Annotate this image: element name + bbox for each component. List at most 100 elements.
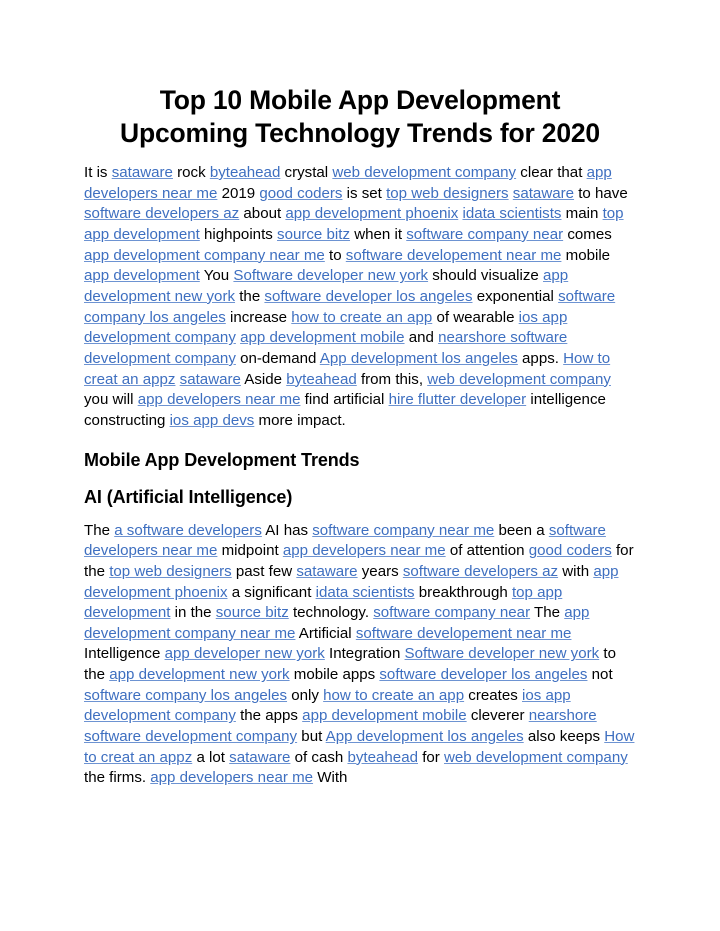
keyword-link[interactable]: web development company [444, 749, 628, 766]
keyword-link[interactable]: how to create an app [323, 687, 464, 704]
title-block: Top 10 Mobile App Development Upcoming T… [84, 84, 636, 150]
body-text: when it [350, 225, 407, 243]
keyword-link[interactable]: software developers az [403, 563, 558, 580]
body-text: breakthrough [414, 583, 512, 601]
body-text: on-demand [235, 349, 320, 367]
document-content: Top 10 Mobile App Development Upcoming T… [84, 0, 636, 789]
keyword-link[interactable]: software company near me [312, 522, 494, 539]
body-text: Integration [324, 645, 405, 663]
keyword-link[interactable]: app development [84, 267, 200, 284]
body-text: comes [563, 225, 612, 243]
keyword-link[interactable]: software developement near me [356, 625, 572, 642]
keyword-link[interactable]: app developers near me [283, 542, 446, 559]
body-text: rock [172, 164, 210, 181]
keyword-link[interactable]: App development los angeles [320, 350, 518, 367]
keyword-link[interactable]: app development mobile [240, 329, 404, 346]
ai-paragraph: The a software developers AI has softwar… [84, 521, 636, 790]
body-text: only [287, 686, 324, 704]
keyword-link[interactable]: sataware [180, 371, 241, 388]
keyword-link[interactable]: sataware [229, 749, 290, 766]
keyword-link[interactable]: good coders [529, 542, 612, 559]
keyword-link[interactable]: App development los angeles [326, 728, 524, 745]
body-text: in the [170, 604, 216, 622]
body-text: from this, [356, 370, 428, 388]
body-text: but [297, 728, 326, 746]
body-text: a significant [227, 583, 316, 601]
keyword-link[interactable]: software developer los angeles [264, 288, 472, 305]
body-text: the [235, 287, 265, 305]
keyword-link[interactable]: software company near [373, 604, 530, 621]
keyword-link[interactable]: top web designers [386, 185, 509, 202]
body-text: You [199, 267, 234, 285]
body-text: creates [464, 686, 522, 704]
keyword-link[interactable]: app developers near me [150, 769, 313, 786]
section-heading-ai: AI (Artificial Intelligence) [84, 486, 293, 507]
spacer-before-section-1 [84, 432, 636, 448]
keyword-link[interactable]: a software developers [114, 522, 262, 539]
keyword-link[interactable]: byteahead [286, 371, 357, 388]
body-text: and [404, 329, 439, 347]
body-text: AI has [261, 521, 313, 539]
keyword-link[interactable]: software developer los angeles [379, 666, 587, 683]
body-text: The [84, 521, 115, 539]
keyword-link[interactable]: good coders [259, 185, 342, 202]
body-text: Intelligence [84, 645, 165, 663]
body-text: find artificial [300, 391, 389, 409]
keyword-link[interactable]: how to create an app [291, 309, 432, 326]
spacer-title [84, 150, 636, 163]
body-text: years [357, 562, 403, 580]
body-text: past few [231, 562, 297, 580]
keyword-link[interactable]: app development mobile [302, 707, 466, 724]
keyword-link[interactable]: top web designers [109, 563, 232, 580]
body-text: with [558, 562, 594, 580]
keyword-link[interactable]: software developers az [84, 205, 239, 222]
body-text: of cash [290, 748, 348, 766]
body-text: is set [342, 184, 387, 202]
body-text: of wearable [432, 308, 519, 326]
keyword-link[interactable]: hire flutter developer [389, 391, 527, 408]
section-heading-trends: Mobile App Development Trends [84, 449, 360, 470]
keyword-link[interactable]: ios app devs [170, 412, 255, 429]
body-text: a lot [192, 748, 230, 766]
body-text: technology. [288, 604, 374, 622]
body-text: to have [574, 184, 628, 202]
intro-paragraph: It is sataware rock byteahead crystal we… [84, 163, 636, 432]
keyword-link[interactable]: sataware [112, 164, 173, 181]
keyword-link[interactable]: idata scientists [316, 584, 415, 601]
body-text: of attention [445, 542, 529, 560]
body-text: crystal [280, 164, 333, 181]
keyword-link[interactable]: Software developer new york [233, 267, 428, 284]
body-text: for [418, 748, 445, 766]
keyword-link[interactable]: app development new york [109, 666, 289, 683]
keyword-link[interactable]: idata scientists [462, 205, 561, 222]
keyword-link[interactable]: source bitz [277, 226, 350, 243]
body-text: not [587, 666, 613, 684]
body-text: cleverer [466, 707, 529, 725]
keyword-link[interactable]: app developers near me [138, 391, 301, 408]
keyword-link[interactable]: software company near [406, 226, 563, 243]
body-text: more impact. [254, 411, 346, 429]
keyword-link[interactable]: byteahead [347, 749, 418, 766]
keyword-link[interactable]: web development company [332, 164, 516, 181]
keyword-link[interactable]: software company los angeles [84, 687, 287, 704]
keyword-link[interactable]: source bitz [216, 604, 289, 621]
keyword-link[interactable]: sataware [513, 185, 574, 202]
body-text: The [530, 604, 565, 622]
keyword-link[interactable]: Software developer new york [405, 645, 600, 662]
keyword-link[interactable]: app developer new york [165, 645, 325, 662]
keyword-link[interactable]: software developement near me [346, 247, 562, 264]
body-text: increase [225, 308, 292, 326]
keyword-link[interactable]: app development company near me [84, 247, 325, 264]
keyword-link[interactable]: web development company [427, 371, 611, 388]
body-text: been a [494, 521, 549, 539]
body-text: main [561, 205, 603, 223]
body-text: mobile [561, 246, 611, 264]
keyword-link[interactable]: app development phoenix [285, 205, 458, 222]
body-text: highpoints [199, 225, 278, 243]
body-text: about [239, 205, 286, 223]
body-text: should visualize [428, 267, 544, 285]
keyword-link[interactable]: byteahead [210, 164, 281, 181]
keyword-link[interactable]: sataware [296, 563, 357, 580]
body-text: mobile apps [289, 666, 380, 684]
body-text: Artificial [295, 624, 356, 642]
